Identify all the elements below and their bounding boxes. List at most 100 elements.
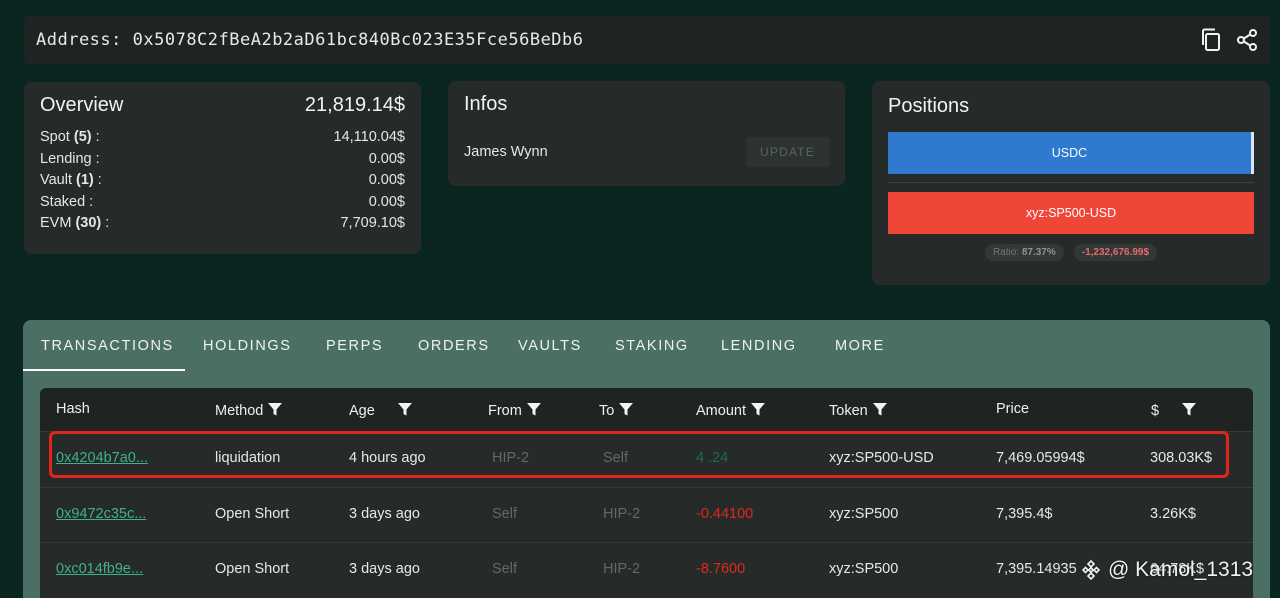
- overview-row-staked: Staked : 0.00$: [40, 192, 405, 214]
- tab-holdings[interactable]: HOLDINGS: [203, 338, 292, 354]
- col-label: Hash: [56, 401, 90, 417]
- copy-icon[interactable]: [1200, 28, 1222, 51]
- tx-method: Open Short: [215, 561, 290, 577]
- col-label: Method: [215, 403, 264, 419]
- tx-method: liquidation: [215, 450, 281, 466]
- filter-icon[interactable]: [872, 401, 888, 421]
- col-to: To: [599, 401, 634, 421]
- tab-orders[interactable]: ORDERS: [418, 338, 490, 354]
- col-label: Amount: [696, 403, 746, 419]
- tx-to: HIP-2: [603, 561, 641, 577]
- divider: [888, 182, 1254, 183]
- tx-age: 3 days ago: [349, 561, 420, 577]
- ratio-value: 87.37%: [1021, 247, 1056, 258]
- update-button[interactable]: UPDATE: [746, 137, 829, 167]
- col-label: Age: [349, 403, 375, 419]
- overview-suffix: :: [101, 215, 110, 231]
- overview-label: Spot: [40, 129, 70, 145]
- tx-token: xyz:SP500-USD: [829, 450, 934, 466]
- filter-icon[interactable]: [1181, 401, 1197, 421]
- overview-card: Overview 21,819.14$ Spot (5) : 14,110.04…: [24, 82, 421, 254]
- infos-name: James Wynn: [464, 144, 548, 160]
- table-header: Hash Method Age From To Amount Token Pri…: [40, 388, 1253, 431]
- ratio-label: Ratio:: [992, 247, 1020, 258]
- overview-count: (1): [76, 172, 94, 188]
- binance-logo-icon: [1081, 559, 1101, 581]
- tx-age: 4 hours ago: [349, 450, 426, 466]
- overview-suffix: :: [91, 150, 100, 167]
- tab-lending[interactable]: LENDING: [721, 338, 797, 354]
- col-from: From: [488, 401, 542, 421]
- tab-staking[interactable]: STAKING: [615, 338, 689, 354]
- overview-row-spot: Spot (5) : 14,110.04$: [40, 127, 405, 149]
- address-label: Address:: [36, 30, 122, 50]
- filter-icon[interactable]: [526, 401, 542, 421]
- table-row: 0x4204b7a0... liquidation 4 hours ago HI…: [40, 431, 1253, 487]
- watermark-text: @ Kamol_1313: [1108, 558, 1254, 581]
- col-token: Token: [829, 401, 888, 421]
- overview-value: 0.00$: [368, 193, 405, 210]
- share-icon[interactable]: [1236, 29, 1258, 51]
- address-bar: Address: 0x5078C2fBeA2b2aD61bc840Bc023E3…: [24, 16, 1270, 64]
- positions-card: Positions USDC xyz:SP500-USD Ratio: 87.3…: [872, 81, 1270, 285]
- col-label: Price: [996, 401, 1030, 417]
- col-usd: $: [1151, 401, 1197, 421]
- overview-label: Vault: [40, 172, 72, 188]
- tab-transactions[interactable]: TRANSACTIONS: [41, 338, 174, 354]
- tx-amount: -8.7600: [696, 561, 746, 577]
- overview-label: Staked: [40, 193, 86, 210]
- tx-hash-link[interactable]: 0x4204b7a0...: [56, 450, 148, 466]
- filter-icon[interactable]: [267, 401, 283, 421]
- filter-icon[interactable]: [750, 401, 766, 421]
- tx-to: HIP-2: [603, 505, 641, 522]
- tx-price: 7,395.14935: [996, 561, 1077, 577]
- col-label: Token: [829, 403, 868, 419]
- overview-row-lending: Lending : 0.00$: [40, 149, 405, 171]
- tx-from: HIP-2: [492, 450, 530, 466]
- filter-icon[interactable]: [618, 401, 634, 421]
- tab-perps[interactable]: PERPS: [326, 338, 383, 354]
- filter-icon[interactable]: [397, 401, 413, 421]
- pnl-chip: -1,232,676.99$: [1073, 244, 1158, 261]
- tab-vaults[interactable]: VAULTS: [518, 338, 582, 354]
- col-label: From: [488, 403, 522, 419]
- tx-method: Open Short: [215, 505, 290, 522]
- overview-value: 0.00$: [368, 172, 405, 188]
- col-label: To: [599, 403, 615, 419]
- overview-value: 0.00$: [368, 150, 405, 167]
- overview-suffix: :: [91, 129, 100, 145]
- address-value: 0x5078C2fBeA2b2aD61bc840Bc023E35Fce56BeD…: [132, 30, 584, 50]
- infos-card: Infos James Wynn UPDATE: [448, 81, 845, 186]
- tab-active-indicator: [23, 369, 185, 371]
- col-age: Age: [349, 401, 413, 421]
- col-method: Method: [215, 401, 283, 421]
- overview-count: (30): [75, 215, 102, 231]
- tx-hash-link[interactable]: 0x9472c35c...: [56, 506, 146, 522]
- ratio-chip: Ratio: 87.37%: [984, 244, 1064, 261]
- overview-row-vault: Vault (1) : 0.00$: [40, 170, 405, 192]
- address-text: Address: 0x5078C2fBeA2b2aD61bc840Bc023E3…: [36, 30, 584, 50]
- col-label: $: [1151, 403, 1160, 419]
- position-short-bar[interactable]: xyz:SP500-USD: [888, 192, 1254, 234]
- watermark: @ Kamol_1313: [1080, 558, 1253, 582]
- overview-title: Overview: [40, 94, 124, 116]
- tx-price: 7,395.4$: [996, 505, 1053, 522]
- tab-more[interactable]: MORE: [835, 338, 885, 354]
- col-hash: Hash: [56, 401, 90, 417]
- tx-amount: -0.44100: [696, 505, 754, 522]
- tx-token: xyz:SP500: [829, 561, 899, 577]
- tx-from: Self: [492, 561, 517, 577]
- overview-total: 21,819.14$: [304, 94, 405, 116]
- tx-token: xyz:SP500: [829, 505, 899, 522]
- positions-title: Positions: [888, 95, 970, 117]
- table-row: 0xc014fb9e... Open Short 3 days ago Self…: [40, 542, 1253, 598]
- overview-value: 7,709.10$: [340, 215, 405, 231]
- tx-price: 7,469.05994$: [996, 450, 1085, 466]
- position-long-bar[interactable]: USDC: [888, 132, 1254, 174]
- tx-hash-link[interactable]: 0xc014fb9e...: [56, 561, 143, 577]
- overview-label: EVM: [40, 215, 72, 231]
- tx-from: Self: [492, 505, 517, 522]
- overview-value: 14,110.04$: [333, 129, 406, 145]
- overview-suffix: :: [93, 172, 102, 188]
- col-price: Price: [996, 401, 1029, 417]
